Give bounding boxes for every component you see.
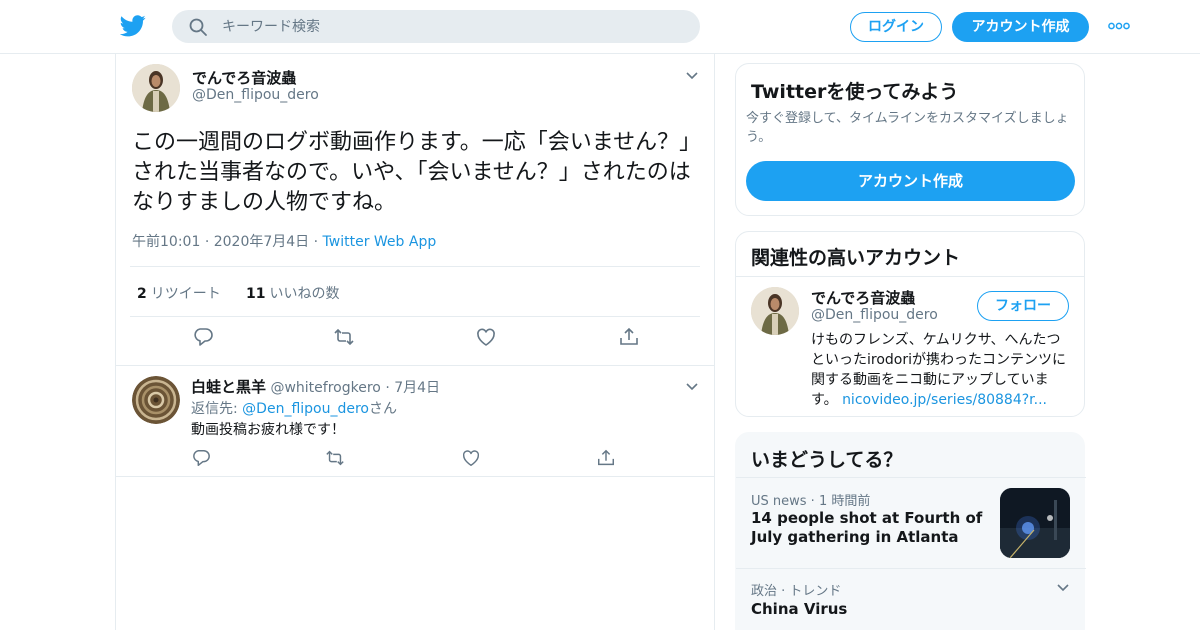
signup-card-subtitle: 今すぐ登録して、タイムラインをカスタマイズしましょう。 bbox=[746, 111, 1069, 145]
separator-dot: · bbox=[204, 234, 214, 250]
focused-tweet: でんでろ音波蟲 @Den_flipou_dero この一週間のログボ動画作ります… bbox=[116, 54, 714, 366]
avatar-portrait-image bbox=[751, 287, 799, 335]
twitter-bird-icon[interactable] bbox=[120, 14, 146, 38]
separator-dot: · bbox=[385, 380, 395, 396]
trend-category: 政治 bbox=[751, 584, 778, 599]
follow-button[interactable]: フォロー bbox=[977, 291, 1069, 321]
share-icon[interactable] bbox=[618, 326, 640, 348]
retweet-count-stat[interactable]: 2 リツイート bbox=[137, 283, 221, 303]
trends-title: いまどうしてる？ bbox=[751, 449, 903, 471]
retweet-count: 2 bbox=[137, 286, 147, 302]
chevron-down-icon[interactable] bbox=[685, 382, 699, 392]
reply-display-name[interactable]: 白蛙と黒羊 bbox=[191, 378, 266, 396]
reply-text: 動画投稿お疲れ様です！ bbox=[191, 422, 345, 438]
tweet-action-bar bbox=[116, 326, 714, 356]
chevron-down-icon[interactable] bbox=[685, 71, 699, 81]
like-heart-icon[interactable] bbox=[461, 448, 481, 468]
tweet-time[interactable]: 午前10:01 bbox=[132, 234, 200, 250]
tweet-text: この一週間のログボ動画作ります。一応「会いません？」された当事者なので。いや、「… bbox=[132, 130, 691, 215]
trend-category: US news bbox=[751, 494, 807, 509]
trend-time: 1 時間前 bbox=[818, 494, 871, 509]
share-icon[interactable] bbox=[596, 448, 616, 468]
signup-card-title: Twitterを使ってみよう bbox=[751, 81, 959, 103]
related-account-handle[interactable]: @Den_flipou_dero bbox=[811, 307, 938, 323]
bio-link[interactable]: nicovideo.jp/series/80884?r... bbox=[842, 392, 1047, 408]
divider bbox=[736, 568, 1086, 569]
trend-label: トレンド bbox=[789, 584, 842, 599]
related-accounts-title: 関連性の高いアカウント bbox=[751, 247, 961, 269]
reply-to-handle-link[interactable]: @Den_flipou_dero bbox=[242, 401, 369, 417]
tweet-stats: 2 リツイート 11 いいねの数 bbox=[130, 266, 700, 317]
reply-icon[interactable] bbox=[191, 448, 211, 468]
trends-card: いまどうしてる？ US news · 1 時間前 14 people shot … bbox=[735, 432, 1086, 630]
retweet-icon[interactable] bbox=[333, 326, 355, 348]
more-options-icon[interactable] bbox=[1108, 22, 1130, 30]
trend-item-meta: 政治 · トレンド bbox=[751, 584, 842, 599]
reply-tweet[interactable]: 白蛙と黒羊 @whitefrogkero · 7月4日 返信先: @Den_fl… bbox=[116, 366, 714, 477]
reply-action-bar bbox=[116, 448, 714, 470]
trend-item-meta: US news · 1 時間前 bbox=[751, 494, 871, 509]
retweet-label: リツイート bbox=[150, 286, 221, 302]
divider bbox=[736, 477, 1086, 478]
reply-to-suffix: さん bbox=[369, 401, 397, 417]
trend-headline[interactable]: China Virus bbox=[751, 600, 847, 618]
like-label: いいねの数 bbox=[269, 286, 340, 302]
reply-to-line: 返信先: @Den_flipou_deroさん bbox=[191, 398, 397, 418]
search-icon bbox=[189, 18, 207, 36]
related-account-avatar[interactable] bbox=[751, 287, 799, 335]
night-street-image bbox=[1000, 488, 1070, 558]
signup-card-button[interactable]: アカウント作成 bbox=[746, 161, 1075, 201]
tweet-timestamp: 午前10:01 · 2020年7月4日 · Twitter Web App bbox=[132, 231, 436, 251]
divider bbox=[736, 276, 1084, 277]
tweet-date[interactable]: 2020年7月4日 bbox=[214, 234, 309, 250]
related-account-name[interactable]: でんでろ音波蟲 bbox=[811, 287, 915, 308]
reply-handle[interactable]: @whitefrogkero bbox=[270, 380, 380, 396]
author-display-name[interactable]: でんでろ音波蟲 bbox=[192, 67, 296, 88]
related-accounts-card: 関連性の高いアカウント でんでろ音波蟲 @Den_flipou_dero フォロ… bbox=[735, 231, 1085, 417]
retweet-icon[interactable] bbox=[325, 448, 345, 468]
separator-dot: · bbox=[313, 234, 323, 250]
avatar-pattern-image bbox=[132, 376, 180, 424]
reply-author-avatar[interactable] bbox=[132, 376, 180, 424]
chevron-down-icon[interactable] bbox=[1056, 583, 1070, 593]
search-box bbox=[172, 10, 700, 43]
like-heart-icon[interactable] bbox=[475, 326, 497, 348]
author-avatar[interactable] bbox=[132, 64, 180, 112]
related-account-bio: けものフレンズ、ケムリクサ、へんたつといったirodoriが携わったコンテンツに… bbox=[811, 330, 1073, 410]
avatar-portrait-image bbox=[132, 64, 180, 112]
reply-icon[interactable] bbox=[192, 326, 214, 348]
tweet-source-link[interactable]: Twitter Web App bbox=[323, 234, 437, 250]
reply-to-prefix: 返信先: bbox=[191, 401, 243, 417]
search-input[interactable] bbox=[222, 10, 682, 43]
top-navigation-bar: ログイン アカウント作成 bbox=[0, 0, 1200, 54]
trend-thumbnail[interactable] bbox=[1000, 488, 1070, 558]
reply-date[interactable]: 7月4日 bbox=[394, 380, 440, 396]
timeline-column: でんでろ音波蟲 @Den_flipou_dero この一週間のログボ動画作ります… bbox=[115, 54, 715, 630]
reply-header: 白蛙と黒羊 @whitefrogkero · 7月4日 bbox=[191, 376, 440, 397]
signup-prompt-card: Twitterを使ってみよう 今すぐ登録して、タイムラインをカスタマイズしましょ… bbox=[735, 63, 1085, 216]
like-count: 11 bbox=[246, 286, 266, 302]
signup-button[interactable]: アカウント作成 bbox=[952, 12, 1089, 42]
author-handle[interactable]: @Den_flipou_dero bbox=[192, 87, 319, 103]
trend-headline[interactable]: 14 people shot at Fourth of July gatheri… bbox=[751, 509, 986, 547]
login-button[interactable]: ログイン bbox=[850, 12, 942, 42]
like-count-stat[interactable]: 11 いいねの数 bbox=[246, 283, 339, 303]
